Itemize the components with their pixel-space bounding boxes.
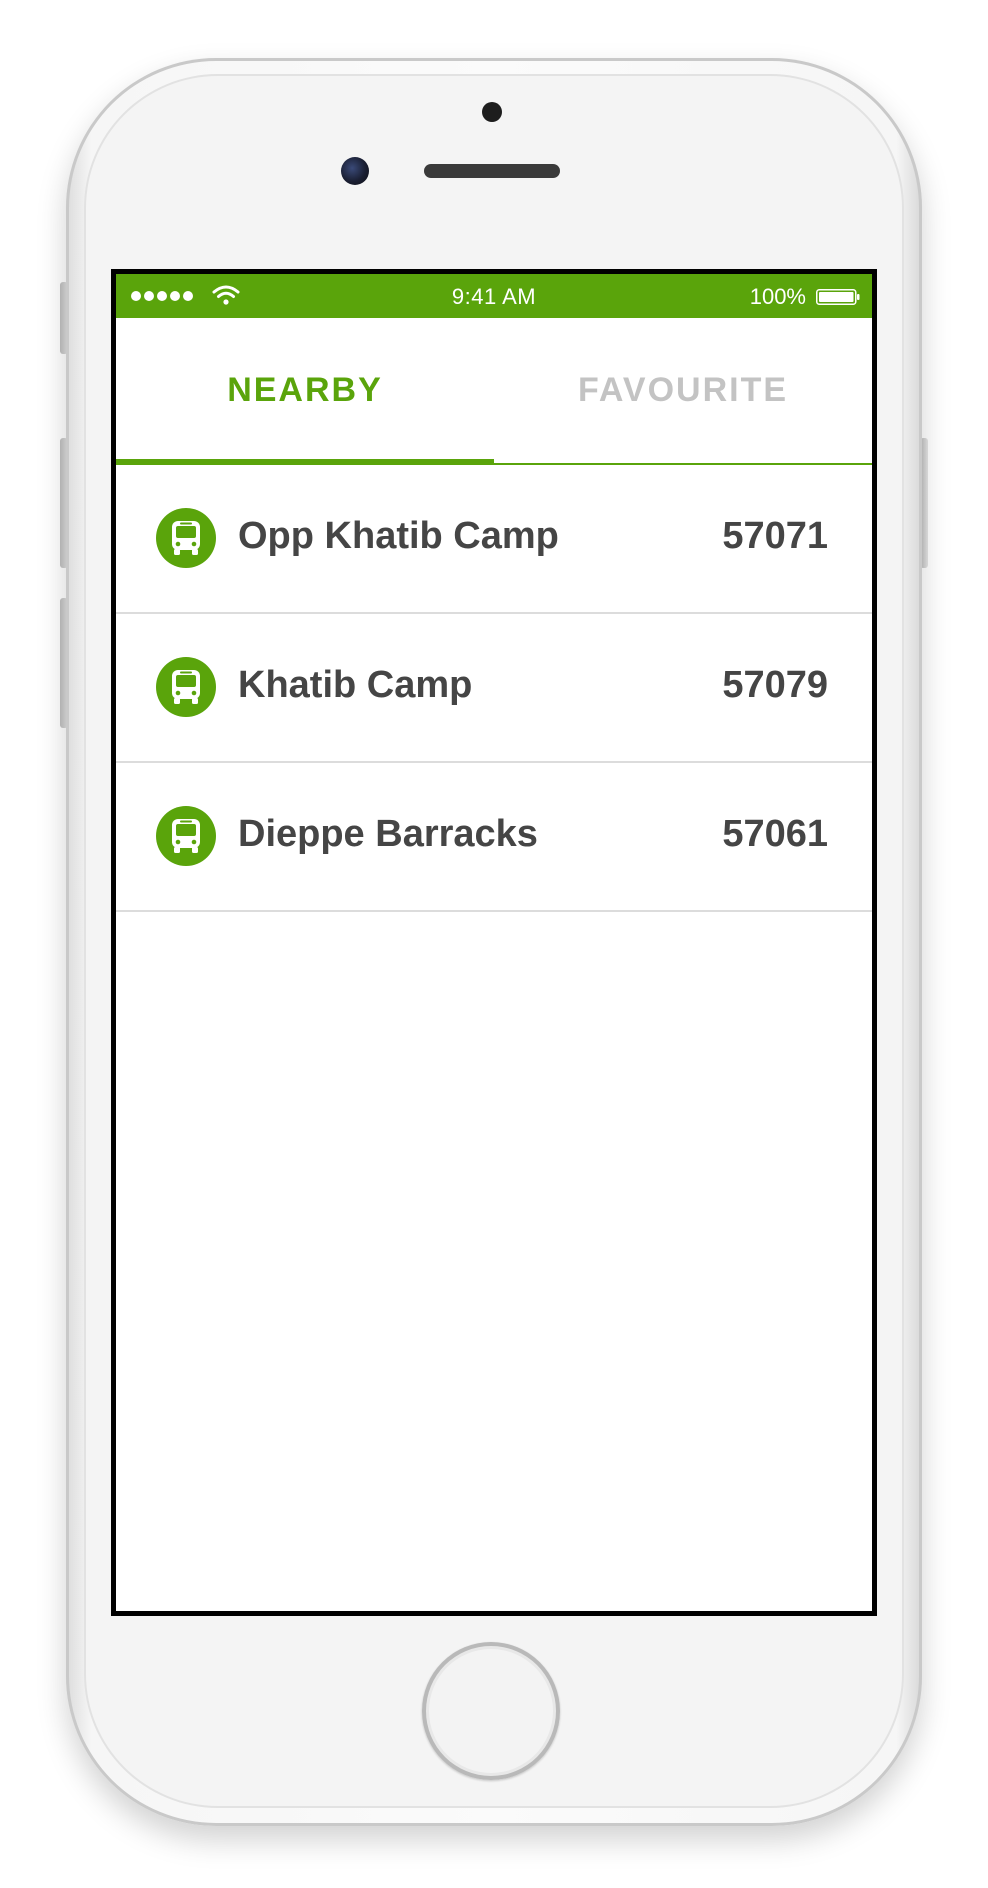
status-bar: 9:41 AM 100% bbox=[116, 274, 872, 318]
device-frame-stage: 9:41 AM 100% NEARBY FAVOURITE Opp Khatib… bbox=[0, 0, 988, 1888]
stop-code: 57079 bbox=[722, 664, 828, 706]
tab-favourite[interactable]: FAVOURITE bbox=[494, 318, 872, 463]
bus-glyph bbox=[172, 521, 200, 555]
list-item[interactable]: Khatib Camp 57079 bbox=[116, 614, 872, 763]
stop-name: Dieppe Barracks bbox=[238, 813, 538, 855]
stop-name: Khatib Camp bbox=[238, 664, 473, 706]
bus-glyph bbox=[172, 670, 200, 704]
proximity-sensor bbox=[482, 102, 502, 122]
list-item[interactable]: Dieppe Barracks 57061 bbox=[116, 763, 872, 912]
battery-icon bbox=[816, 289, 860, 305]
bus-icon bbox=[156, 806, 216, 866]
bus-stop-list: Opp Khatib Camp 57071 Khatib Camp 57079 … bbox=[116, 465, 872, 912]
home-button[interactable] bbox=[422, 1642, 560, 1780]
bus-icon bbox=[156, 657, 216, 717]
stop-name: Opp Khatib Camp bbox=[238, 515, 559, 557]
list-item[interactable]: Opp Khatib Camp 57071 bbox=[116, 465, 872, 614]
stop-code: 57061 bbox=[722, 813, 828, 855]
phone-screen: 9:41 AM 100% NEARBY FAVOURITE Opp Khatib… bbox=[111, 269, 877, 1616]
battery-percentage: 100% bbox=[749, 284, 806, 309]
stop-code: 57071 bbox=[722, 515, 828, 557]
bus-glyph bbox=[172, 819, 200, 853]
earpiece-speaker bbox=[424, 164, 560, 178]
tab-nearby[interactable]: NEARBY bbox=[116, 318, 494, 463]
tab-bar: NEARBY FAVOURITE bbox=[116, 318, 872, 465]
app-screen: 9:41 AM 100% NEARBY FAVOURITE Opp Khatib… bbox=[116, 274, 872, 1611]
bus-icon bbox=[156, 508, 216, 568]
front-camera bbox=[341, 157, 369, 185]
